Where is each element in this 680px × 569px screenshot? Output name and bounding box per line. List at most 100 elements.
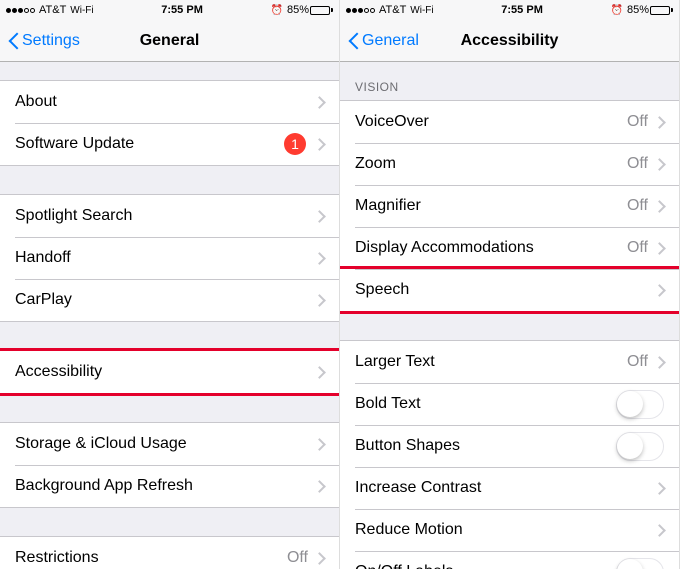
chevron-right-icon <box>656 284 664 297</box>
row-speech[interactable]: Speech <box>340 269 679 311</box>
row-label: Magnifier <box>355 197 627 215</box>
status-bar: AT&T Wi-Fi 7:55 PM ⏰ 85% <box>0 0 339 20</box>
battery-icon <box>650 6 670 15</box>
toggle-onoff-labels[interactable] <box>616 558 664 569</box>
row-bold-text[interactable]: Bold Text <box>340 383 679 425</box>
row-software-update[interactable]: Software Update 1 <box>0 123 339 165</box>
clock: 7:55 PM <box>501 4 543 16</box>
row-label: Background App Refresh <box>15 477 316 495</box>
group: Accessibility <box>0 350 339 394</box>
row-label: Speech <box>355 281 656 299</box>
row-label: Display Accommodations <box>355 239 627 257</box>
row-label: On/Off Labels <box>355 563 616 569</box>
wifi-icon: Wi-Fi <box>410 5 433 16</box>
row-button-shapes[interactable]: Button Shapes <box>340 425 679 467</box>
row-onoff-labels[interactable]: On/Off Labels <box>340 551 679 569</box>
page-title: Accessibility <box>461 32 559 50</box>
signal-dots-icon <box>6 8 35 13</box>
row-spotlight-search[interactable]: Spotlight Search <box>0 195 339 237</box>
row-label: Storage & iCloud Usage <box>15 435 316 453</box>
chevron-right-icon <box>656 482 664 495</box>
row-value: Off <box>287 549 308 567</box>
screen-accessibility: AT&T Wi-Fi 7:55 PM ⏰ 85% General Accessi… <box>340 0 680 569</box>
row-about[interactable]: About <box>0 81 339 123</box>
row-display-accommodations[interactable]: Display Accommodations Off <box>340 227 679 269</box>
row-restrictions[interactable]: Restrictions Off <box>0 537 339 569</box>
notification-badge: 1 <box>284 133 306 155</box>
battery-percent: 85% <box>287 4 309 16</box>
row-reduce-motion[interactable]: Reduce Motion <box>340 509 679 551</box>
chevron-right-icon <box>316 294 324 307</box>
chevron-left-icon <box>8 31 20 51</box>
content-scroll[interactable]: VISION VoiceOver Off Zoom Off Magnifier … <box>340 62 679 569</box>
chevron-right-icon <box>656 116 664 129</box>
row-carplay[interactable]: CarPlay <box>0 279 339 321</box>
chevron-right-icon <box>656 158 664 171</box>
row-storage-icloud[interactable]: Storage & iCloud Usage <box>0 423 339 465</box>
row-label: Reduce Motion <box>355 521 656 539</box>
row-zoom[interactable]: Zoom Off <box>340 143 679 185</box>
alarm-icon: ⏰ <box>611 5 623 16</box>
row-label: Spotlight Search <box>15 207 316 225</box>
content-scroll[interactable]: About Software Update 1 Spotlight Search… <box>0 62 339 569</box>
status-right: ⏰ 85% <box>271 4 333 16</box>
back-button[interactable]: Settings <box>8 31 80 51</box>
row-value: Off <box>627 353 648 371</box>
row-label: Zoom <box>355 155 627 173</box>
chevron-left-icon <box>348 31 360 51</box>
page-title: General <box>140 32 200 50</box>
back-label: Settings <box>22 32 80 50</box>
row-label: Handoff <box>15 249 316 267</box>
battery-icon <box>310 6 330 15</box>
group: Restrictions Off <box>0 536 339 569</box>
chevron-right-icon <box>316 138 324 151</box>
row-label: Bold Text <box>355 395 616 413</box>
status-right: ⏰ 85% <box>611 4 673 16</box>
chevron-right-icon <box>656 356 664 369</box>
row-label: Button Shapes <box>355 437 616 455</box>
chevron-right-icon <box>316 96 324 109</box>
carrier-label: AT&T <box>39 4 66 16</box>
row-voiceover[interactable]: VoiceOver Off <box>340 101 679 143</box>
nav-bar: Settings General <box>0 20 339 62</box>
chevron-right-icon <box>656 242 664 255</box>
row-larger-text[interactable]: Larger Text Off <box>340 341 679 383</box>
status-left: AT&T Wi-Fi <box>346 4 434 16</box>
row-label: VoiceOver <box>355 113 627 131</box>
nav-bar: General Accessibility <box>340 20 679 62</box>
back-button[interactable]: General <box>348 31 419 51</box>
chevron-right-icon <box>316 252 324 265</box>
chevron-right-icon <box>656 200 664 213</box>
group: Spotlight Search Handoff CarPlay <box>0 194 339 322</box>
row-label: Restrictions <box>15 549 287 567</box>
row-label: Increase Contrast <box>355 479 656 497</box>
wifi-icon: Wi-Fi <box>70 5 93 16</box>
row-increase-contrast[interactable]: Increase Contrast <box>340 467 679 509</box>
toggle-bold-text[interactable] <box>616 390 664 419</box>
status-bar: AT&T Wi-Fi 7:55 PM ⏰ 85% <box>340 0 679 20</box>
row-label: Software Update <box>15 135 284 153</box>
group-text: Larger Text Off Bold Text Button Shapes … <box>340 340 679 569</box>
alarm-icon: ⏰ <box>271 5 283 16</box>
chevron-right-icon <box>316 552 324 565</box>
row-magnifier[interactable]: Magnifier Off <box>340 185 679 227</box>
row-label: CarPlay <box>15 291 316 309</box>
row-label: Accessibility <box>15 363 316 381</box>
status-left: AT&T Wi-Fi <box>6 4 94 16</box>
carrier-label: AT&T <box>379 4 406 16</box>
row-value: Off <box>627 113 648 131</box>
clock: 7:55 PM <box>161 4 203 16</box>
row-value: Off <box>627 239 648 257</box>
chevron-right-icon <box>316 438 324 451</box>
row-label: About <box>15 93 316 111</box>
chevron-right-icon <box>656 524 664 537</box>
battery-percent: 85% <box>627 4 649 16</box>
group-vision: VoiceOver Off Zoom Off Magnifier Off Dis… <box>340 100 679 312</box>
row-accessibility[interactable]: Accessibility <box>0 351 339 393</box>
row-value: Off <box>627 155 648 173</box>
group: About Software Update 1 <box>0 80 339 166</box>
row-handoff[interactable]: Handoff <box>0 237 339 279</box>
toggle-button-shapes[interactable] <box>616 432 664 461</box>
signal-dots-icon <box>346 8 375 13</box>
row-background-app-refresh[interactable]: Background App Refresh <box>0 465 339 507</box>
